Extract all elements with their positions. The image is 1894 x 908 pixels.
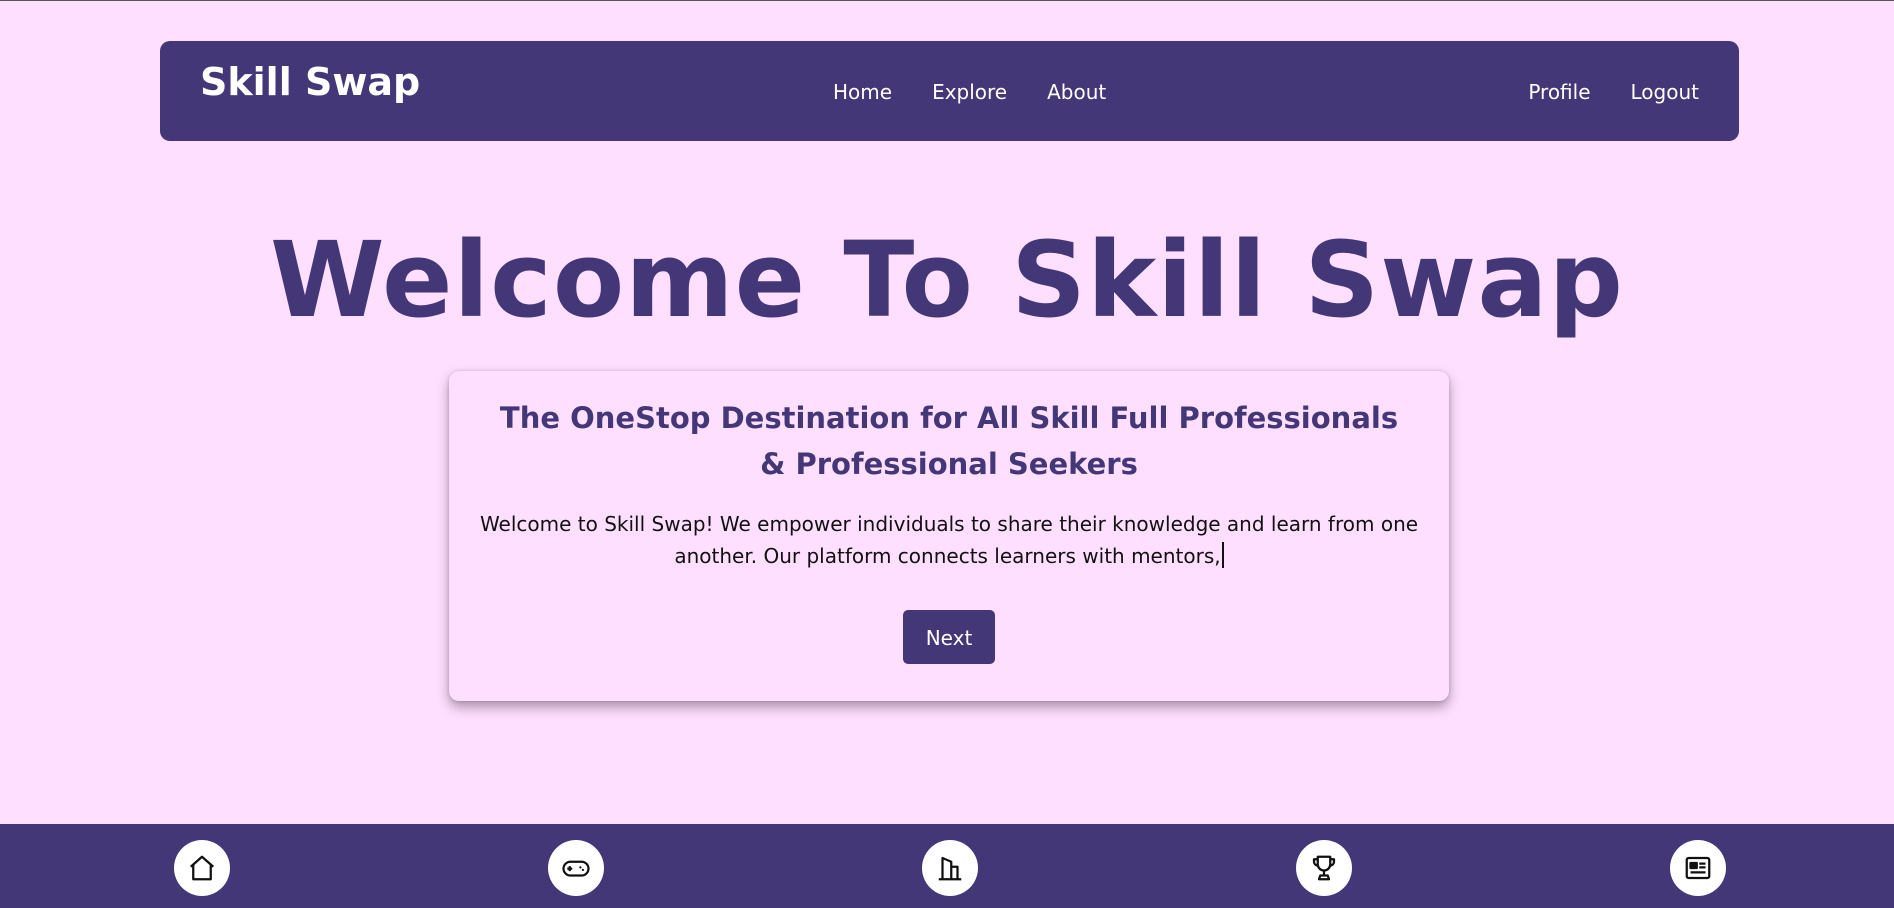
brand-logo[interactable]: Skill Swap (200, 53, 420, 111)
home-icon[interactable] (174, 840, 230, 896)
gamepad-icon[interactable] (548, 840, 604, 896)
intro-card: The OneStop Destination for All Skill Fu… (449, 371, 1449, 701)
card-text: Welcome to Skill Swap! We empower indivi… (479, 512, 1419, 568)
nav-link-about[interactable]: About (1047, 77, 1106, 107)
top-border (0, 0, 1894, 1)
nav-link-home[interactable]: Home (833, 77, 892, 107)
building-icon[interactable] (922, 840, 978, 896)
nav-right-links: Profile Logout (1488, 77, 1699, 107)
navbar: Skill Swap Home Explore About Profile Lo… (160, 41, 1739, 141)
nav-link-logout[interactable]: Logout (1631, 77, 1699, 107)
text-caret (1221, 542, 1224, 568)
nav-link-explore[interactable]: Explore (932, 77, 1007, 107)
card-text-wrapper: Welcome to Skill Swap! We empower indivi… (479, 508, 1419, 572)
bottom-nav-bar (0, 824, 1894, 908)
next-button[interactable]: Next (903, 610, 995, 664)
nav-center-links: Home Explore About (833, 77, 1106, 107)
nav-link-profile[interactable]: Profile (1528, 77, 1590, 107)
trophy-icon[interactable] (1296, 840, 1352, 896)
card-heading: The OneStop Destination for All Skill Fu… (499, 401, 1399, 481)
hero-title: Welcome To Skill Swap (269, 219, 1624, 341)
news-icon[interactable] (1670, 840, 1726, 896)
